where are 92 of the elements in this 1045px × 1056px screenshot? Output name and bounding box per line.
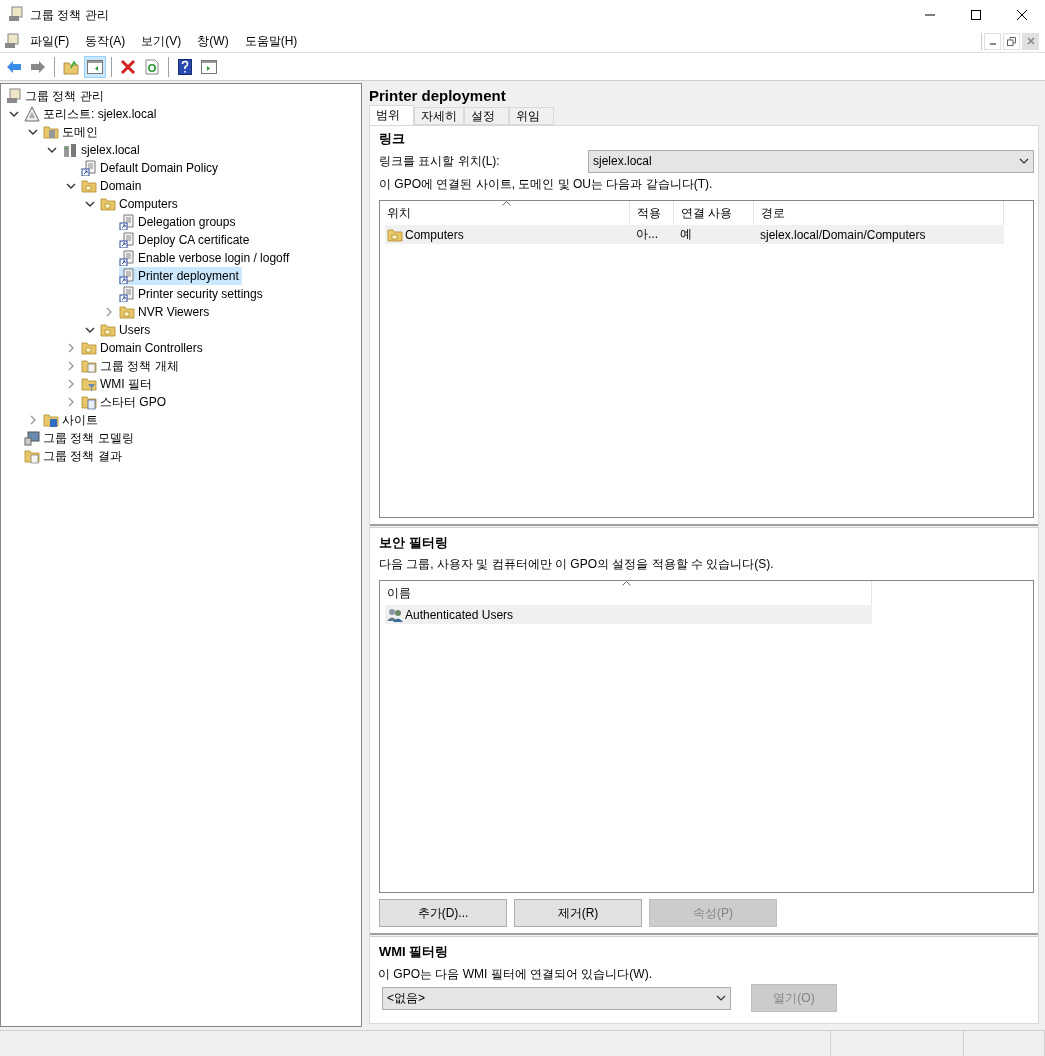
menu-item[interactable]: 동작(A) [77, 30, 134, 52]
child-minimize-button[interactable] [984, 32, 1001, 50]
close-icon [1017, 10, 1027, 20]
tab[interactable]: 설정 [464, 107, 509, 125]
section-heading: WMI 필터링 [378, 943, 450, 961]
policy-link-icon [119, 286, 135, 302]
tree-item[interactable]: Domain Controllers [81, 339, 206, 357]
tree-item[interactable]: Enable verbose login / logoff [119, 249, 293, 267]
restore-icon [1007, 36, 1016, 46]
folder-icon [100, 322, 116, 338]
tree-item[interactable]: Deploy CA certificate [119, 231, 253, 249]
triangle-icon [24, 106, 40, 122]
tree-item[interactable]: sjelex.local [62, 141, 143, 159]
policy-link-icon [119, 250, 135, 266]
server-folder-icon [43, 124, 59, 140]
tree-item[interactable]: Computers [100, 195, 181, 213]
folder-icon [100, 196, 116, 212]
menu-item[interactable]: 창(W) [189, 30, 237, 52]
scroll-icon [4, 33, 20, 49]
policy-folder-icon [81, 358, 97, 374]
users-icon [387, 606, 403, 623]
computer-icon [24, 430, 40, 446]
folder-icon [387, 226, 403, 243]
folder-up-icon [63, 58, 79, 75]
table-row[interactable]: Authenticated Users [385, 605, 872, 624]
tab[interactable]: 자세히 [414, 107, 464, 125]
location-dropdown[interactable]: sjelex.local [588, 149, 1034, 173]
folder-icon [119, 304, 135, 320]
description-text: 이 GPO에 연결된 사이트, 도메인 및 OU는 다음과 같습니다(T). [378, 175, 714, 193]
tree-item[interactable]: 그룹 정책 개체 [81, 357, 182, 375]
server-icon [62, 142, 78, 158]
tree-item[interactable]: 포리스트: sjelex.local [24, 105, 160, 123]
table-cell: Computers [405, 227, 464, 242]
dropdown-caret-icon [1019, 158, 1029, 164]
filter-folder-icon [81, 376, 97, 392]
forward-arrow-icon [30, 59, 46, 74]
table-cell: sjelex.local/Domain/Computers [760, 227, 926, 242]
table-cell: 아... [636, 226, 658, 243]
tree-item[interactable]: 도메인 [43, 123, 101, 141]
menu-item[interactable]: 보기(V) [133, 30, 190, 52]
tab[interactable]: 범위 [369, 105, 414, 125]
policy-link-icon [119, 268, 135, 284]
tree-item[interactable]: 그룹 정책 관리 [6, 87, 107, 105]
close-icon [1026, 37, 1035, 45]
action-button[interactable]: 제거(R) [514, 899, 642, 927]
description-text: 이 GPO는 다음 WMI 필터에 연결되어 있습니다(W). [377, 965, 653, 983]
scroll-icon [6, 88, 22, 104]
policy-link-icon [81, 160, 97, 176]
tree-item[interactable]: Printer deployment [119, 267, 242, 285]
section-heading: 링크 [378, 130, 406, 148]
maximize-icon [971, 10, 981, 20]
tree-item[interactable]: Printer security settings [119, 285, 266, 303]
description-text: 다음 그룹, 사용자 및 컴퓨터에만 이 GPO의 설정을 적용할 수 있습니다(S). [378, 555, 775, 573]
help-icon [178, 58, 192, 75]
window-title: 그룹 정책 관리 [30, 6, 110, 24]
section-heading: 보안 필터링 [378, 534, 449, 552]
console-tree-icon [87, 59, 103, 74]
action-button[interactable]: 추가(D)... [379, 899, 507, 927]
child-restore-button[interactable] [1003, 32, 1020, 50]
document-folder-icon [81, 394, 97, 410]
table-row[interactable]: Computers 아... 예 sjelex.local/Domain/Computers [385, 225, 1004, 244]
refresh-icon [145, 58, 159, 75]
tab[interactable]: 위임 [509, 107, 554, 125]
delete-icon [120, 58, 136, 75]
back-arrow-icon [6, 59, 22, 74]
table-cell: Authenticated Users [405, 607, 514, 622]
policy-link-icon [119, 214, 135, 230]
wmi-filter-dropdown[interactable]: <없음> [382, 986, 731, 1010]
tree-item[interactable]: 스타터 GPO [81, 393, 169, 411]
action-pane-icon [201, 59, 217, 74]
menu-item[interactable]: 파일(F) [22, 30, 78, 52]
tree-item[interactable]: 사이트 [43, 411, 101, 429]
tree-item[interactable]: NVR Viewers [119, 303, 213, 321]
folder-icon [81, 340, 97, 356]
building-folder-icon [43, 412, 59, 428]
scroll-icon [8, 5, 24, 22]
dropdown-caret-icon [716, 995, 726, 1001]
policy-link-icon [119, 232, 135, 248]
field-label: 링크를 표시할 위치(L): [379, 152, 501, 170]
tree-item[interactable]: 그룹 정책 결과 [24, 447, 125, 465]
report-folder-icon [24, 448, 40, 464]
tree-item[interactable]: Domain [81, 177, 145, 195]
details-title: Printer deployment [369, 87, 507, 105]
tree-item[interactable]: Delegation groups [119, 213, 239, 231]
tree-item[interactable]: Default Domain Policy [81, 159, 222, 177]
tree-item[interactable]: WMI 필터 [81, 375, 155, 393]
menu-item[interactable]: 도움말(H) [236, 30, 306, 52]
folder-icon [81, 178, 97, 194]
table-cell: 예 [680, 226, 692, 243]
tree-item[interactable]: Users [100, 321, 154, 339]
child-close-button[interactable] [1022, 32, 1039, 50]
tree-item[interactable]: 그룹 정책 모델링 [24, 429, 137, 447]
